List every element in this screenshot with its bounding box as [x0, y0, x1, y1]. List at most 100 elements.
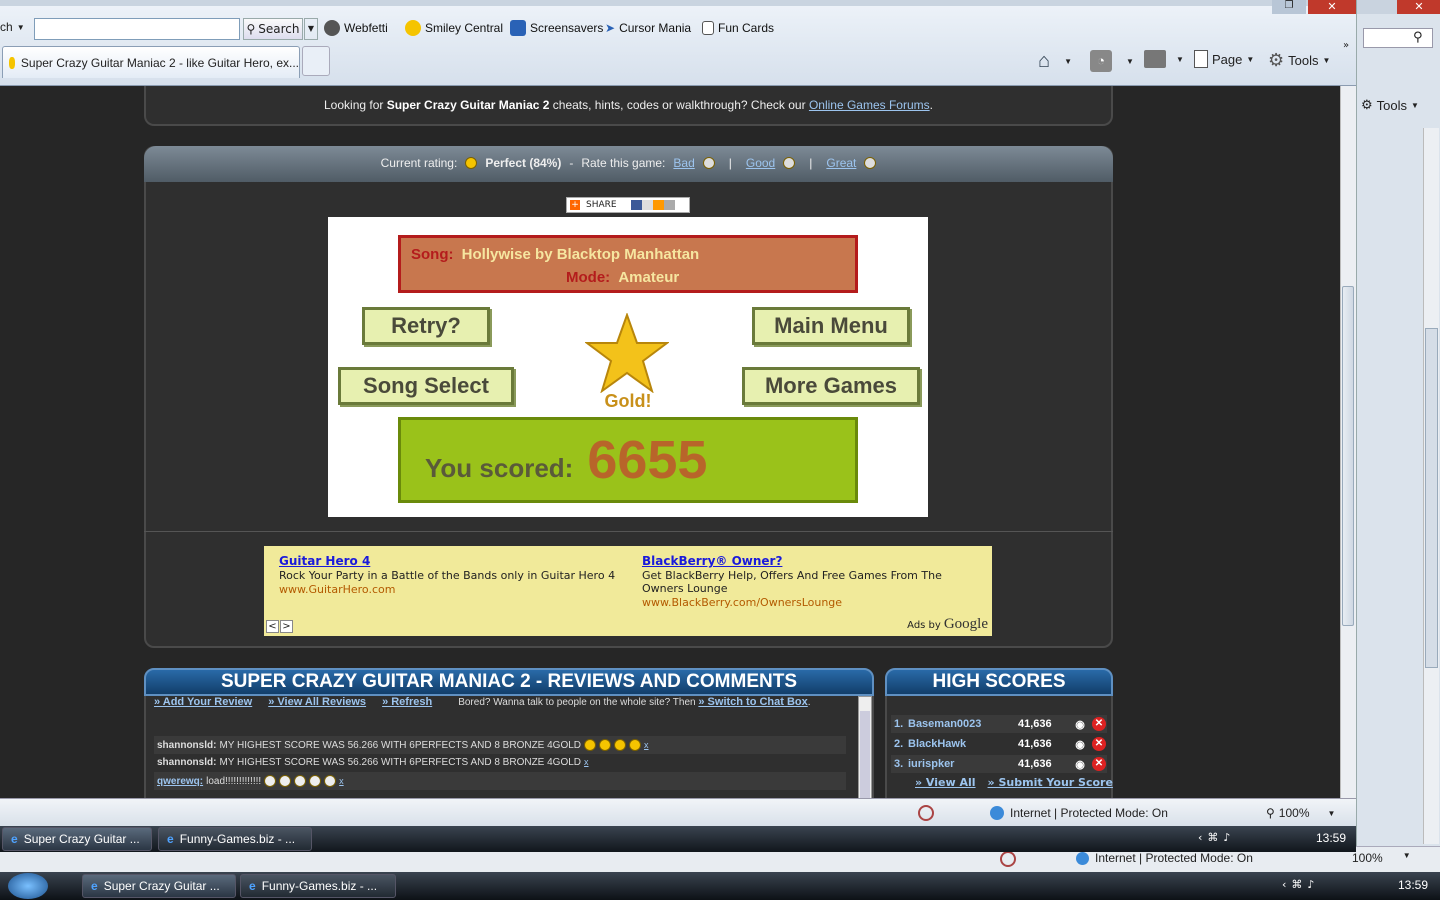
view-all-scores-link[interactable]: » View All [915, 776, 976, 789]
reviews-scroll-thumb[interactable] [860, 711, 870, 798]
home-button[interactable]: ⌂ ▼ [1038, 50, 1072, 73]
eye-icon[interactable]: ◉ [1068, 738, 1092, 751]
bad-smiley-icon[interactable] [702, 157, 715, 169]
delete-comment-link[interactable]: x [644, 740, 649, 750]
back-tools-menu[interactable]: ⚙ Tools ▼ [1361, 97, 1419, 113]
toolbar-link-fun-cards[interactable]: Fun Cards [702, 18, 774, 38]
divider [144, 531, 1113, 532]
toolbar-link-screensavers[interactable]: Screensavers [510, 18, 603, 38]
tab-active[interactable]: Super Crazy Guitar Maniac 2 - like Guita… [2, 46, 300, 78]
tray-expand-icon[interactable]: ‹ [1198, 831, 1202, 844]
sound-icon[interactable]: ♪ [1307, 878, 1314, 891]
chat-box-link[interactable]: » Switch to Chat Box [698, 696, 807, 708]
tray-icons[interactable]: ‹ ⌘ ♪ [1282, 878, 1314, 891]
song-select-button[interactable]: Song Select [338, 367, 514, 405]
search-provider-dropdown[interactable]: ch ▼ [0, 20, 25, 34]
back-scrollbar[interactable] [1423, 128, 1439, 844]
view-all-reviews-link[interactable]: » View All Reviews [268, 696, 366, 708]
social-icons [630, 200, 675, 210]
eye-icon[interactable]: ◉ [1068, 718, 1092, 731]
page-scroll-thumb[interactable] [1342, 286, 1354, 626]
tools-menu[interactable]: ⚙ Tools ▼ [1268, 50, 1330, 71]
print-button[interactable]: ▼ [1144, 50, 1184, 68]
close-icon[interactable]: ✕ [1092, 717, 1106, 731]
rate-good-link[interactable]: Good [746, 156, 775, 170]
eye-icon[interactable]: ◉ [1068, 758, 1092, 771]
search-button[interactable]: ⚲ Search [243, 18, 303, 40]
rss-icon: ◔ [1090, 50, 1112, 72]
clock[interactable]: 13:59 [1398, 878, 1428, 892]
chevron-down-icon: ▼ [1176, 54, 1184, 64]
taskbar-button-funny-games[interactable]: e Funny-Games.biz - ... [240, 874, 396, 898]
printer-icon [1144, 50, 1166, 68]
reviews-actions: » Add Your Review » View All Reviews » R… [154, 696, 811, 708]
network-icon[interactable]: ⌘ [1291, 878, 1302, 891]
ad-next-button[interactable]: > [280, 620, 293, 633]
security-zone[interactable]: Internet | Protected Mode: On [990, 806, 1168, 820]
taskbar-button-funny-games-inner[interactable]: e Funny-Games.biz - ... [158, 827, 312, 851]
gold-star-icon [585, 313, 669, 393]
retry-button[interactable]: Retry? [362, 307, 490, 345]
medal-label: Gold! [604, 391, 652, 411]
back-zoom[interactable]: 100% ▼ [1352, 851, 1411, 865]
ads-by-google[interactable]: Ads by Google [907, 616, 988, 633]
page-menu[interactable]: Page ▼ [1194, 50, 1254, 68]
back-search-icon[interactable]: ⚲ [1413, 30, 1423, 45]
player-link[interactable]: Baseman0023 [908, 718, 1018, 730]
close-icon[interactable]: ✕ [1092, 757, 1106, 771]
search-input[interactable] [34, 18, 240, 40]
chevron-more-icon[interactable]: » [1343, 40, 1349, 51]
main-menu-button[interactable]: Main Menu [752, 307, 910, 345]
delete-comment-link[interactable]: x [339, 776, 344, 786]
good-smiley-icon[interactable] [783, 157, 796, 169]
restore-window-button[interactable]: ❐ [1272, 0, 1306, 14]
network-icon[interactable]: ⌘ [1207, 831, 1218, 844]
game-canvas[interactable]: Song: Hollywise by Blacktop Manhattan Mo… [328, 217, 928, 517]
taskbar-button-guitar-inner[interactable]: e Super Crazy Guitar ... [2, 827, 152, 851]
refresh-link[interactable]: » Refresh [382, 696, 432, 708]
search-options-dropdown[interactable]: ▼ [304, 18, 318, 40]
player-link[interactable]: iurispker [908, 758, 1018, 770]
highscore-row: 2. BlackHawk 41,636 ◉ ✕ [891, 735, 1107, 753]
close-icon[interactable]: ✕ [1092, 737, 1106, 751]
skull-icon [309, 775, 322, 787]
popup-blocker-icon[interactable] [918, 805, 934, 821]
online-games-forums-link[interactable]: Online Games Forums [809, 98, 930, 112]
tray-icons[interactable]: ‹ ⌘ ♪ [1198, 831, 1230, 844]
clock[interactable]: 13:59 [1316, 831, 1346, 845]
toolbar-link-webfetti[interactable]: Webfetti [324, 18, 388, 38]
rate-bad-link[interactable]: Bad [673, 156, 694, 170]
back-close-button[interactable]: ✕ [1397, 0, 1440, 14]
tray-expand-icon[interactable]: ‹ [1282, 878, 1286, 891]
ie-icon: e [167, 832, 174, 846]
page-content: Looking for Super Crazy Guitar Maniac 2 … [0, 86, 1340, 798]
player-link[interactable]: BlackHawk [908, 738, 1018, 750]
mode-line: Mode: Amateur [566, 269, 680, 286]
submit-score-link[interactable]: » Submit Your Score [988, 776, 1113, 789]
taskbar: e Super Crazy Guitar ... e Funny-Games.b… [0, 872, 1440, 900]
rate-great-link[interactable]: Great [826, 156, 856, 170]
start-button[interactable] [8, 873, 48, 899]
new-tab-button[interactable] [302, 46, 330, 76]
reviews-scrollbar[interactable] [858, 696, 872, 798]
toolbar-link-cursor-mania[interactable]: ➤ Cursor Mania [605, 18, 691, 38]
more-games-button[interactable]: More Games [742, 367, 920, 405]
chevron-down-icon: ▼ [1064, 57, 1073, 66]
back-scroll-thumb[interactable] [1425, 328, 1438, 668]
share-button[interactable]: + SHARE [566, 197, 690, 213]
add-review-link[interactable]: » Add Your Review [154, 696, 252, 708]
delete-comment-link[interactable]: x [584, 757, 589, 767]
skull-icon [264, 775, 277, 787]
ad-item[interactable]: BlackBerry® Owner? Get BlackBerry Help, … [642, 554, 962, 609]
ad-prev-button[interactable]: < [266, 620, 279, 633]
feeds-button[interactable]: ◔ ▼ [1090, 50, 1134, 72]
great-smiley-icon[interactable] [864, 157, 877, 169]
chevron-down-icon: ▼ [16, 22, 25, 32]
ad-nav[interactable]: < > [266, 620, 293, 633]
taskbar-button-guitar[interactable]: e Super Crazy Guitar ... [82, 874, 236, 898]
ad-item[interactable]: Guitar Hero 4 Rock Your Party in a Battl… [279, 554, 619, 596]
toolbar-link-smiley-central[interactable]: Smiley Central [405, 18, 503, 38]
zoom-control[interactable]: ⚲ 100% ▼ [1266, 806, 1335, 820]
sound-icon[interactable]: ♪ [1223, 831, 1230, 844]
close-window-button[interactable]: ✕ [1308, 0, 1356, 14]
